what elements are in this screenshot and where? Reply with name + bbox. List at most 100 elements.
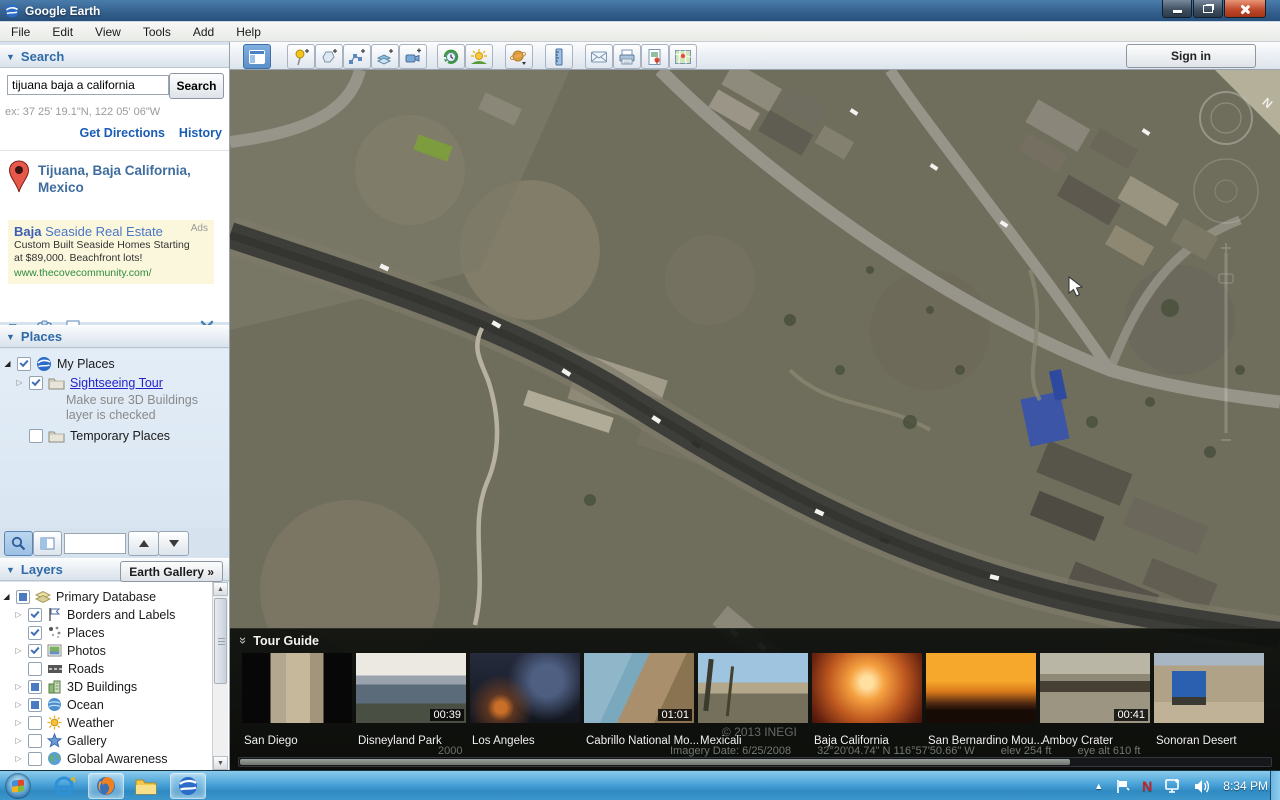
tour-item-mexicali[interactable]: Mexicali bbox=[698, 653, 808, 723]
restore-button[interactable] bbox=[1193, 0, 1223, 18]
layer-places[interactable]: Places bbox=[14, 624, 105, 641]
add-image-overlay-button[interactable] bbox=[371, 44, 399, 69]
layer-3d-buildings[interactable]: ▷ 3D Buildings bbox=[14, 678, 137, 695]
start-button[interactable] bbox=[5, 773, 31, 799]
gallery-checkbox[interactable] bbox=[28, 734, 42, 748]
scroll-up-button[interactable]: ▲ bbox=[213, 582, 228, 596]
tour-guide-header[interactable]: » Tour Guide bbox=[240, 633, 319, 648]
global-awareness-checkbox[interactable] bbox=[28, 752, 42, 766]
expander-closed-icon[interactable]: ▷ bbox=[15, 378, 24, 387]
places-layer-checkbox[interactable] bbox=[28, 626, 42, 640]
close-button[interactable] bbox=[1224, 0, 1266, 18]
ruler-button[interactable] bbox=[545, 44, 573, 69]
taskbar-internet-explorer[interactable] bbox=[46, 773, 82, 799]
layer-ocean[interactable]: ▷ Ocean bbox=[14, 696, 104, 713]
navigation-controls[interactable] bbox=[1192, 88, 1262, 468]
print-button[interactable] bbox=[613, 44, 641, 69]
layers-scrollbar[interactable]: ▲ ▼ bbox=[212, 582, 228, 770]
sunlight-button[interactable] bbox=[465, 44, 493, 69]
layer-primary-database[interactable]: ◢ Primary Database bbox=[2, 588, 156, 605]
tour-thumbnail[interactable]: 00:39 bbox=[356, 653, 466, 723]
search-input[interactable] bbox=[7, 75, 169, 95]
layer-weather[interactable]: ▷ Weather bbox=[14, 714, 114, 731]
menu-view[interactable]: View bbox=[84, 23, 132, 41]
taskbar-explorer[interactable] bbox=[128, 773, 164, 799]
primary-database-checkbox[interactable] bbox=[16, 590, 30, 604]
tour-thumbnail[interactable]: 00:41 bbox=[1040, 653, 1150, 723]
layer-label[interactable]: Gallery bbox=[67, 734, 107, 748]
ad-url-link[interactable]: www.thecovecommunity.com/ bbox=[14, 267, 208, 279]
search-result-title[interactable]: Tijuana, Baja California, Mexico bbox=[38, 163, 208, 197]
tree-item-sightseeing-tour[interactable]: ▷ Sightseeing Tour bbox=[15, 374, 163, 391]
tour-thumbnail[interactable] bbox=[926, 653, 1036, 723]
add-path-button[interactable] bbox=[343, 44, 371, 69]
save-image-button[interactable] bbox=[641, 44, 669, 69]
volume-icon[interactable] bbox=[1194, 779, 1211, 794]
layers-panel-header[interactable]: ▼ Layers Earth Gallery » bbox=[0, 558, 229, 581]
tour-item-cabrillo[interactable]: 01:01 Cabrillo National Mo... bbox=[584, 653, 694, 723]
tree-item-my-places[interactable]: ◢ My Places bbox=[3, 355, 115, 372]
menu-help[interactable]: Help bbox=[225, 23, 272, 41]
nvidia-tray-icon[interactable]: N bbox=[1142, 778, 1152, 794]
expander-open-icon[interactable]: ◢ bbox=[2, 592, 11, 601]
sign-in-button[interactable]: Sign in bbox=[1126, 44, 1256, 68]
title-bar[interactable]: Google Earth bbox=[0, 0, 1280, 22]
layer-global-awareness[interactable]: ▷ Global Awareness bbox=[14, 750, 168, 767]
places-filter-input[interactable] bbox=[64, 533, 126, 554]
layer-label[interactable]: 3D Buildings bbox=[67, 680, 137, 694]
expander-closed-icon[interactable]: ▷ bbox=[14, 754, 23, 763]
tree-item-temporary-places[interactable]: Temporary Places bbox=[15, 427, 170, 444]
scroll-down-button[interactable]: ▼ bbox=[213, 756, 228, 770]
tour-thumbnail[interactable] bbox=[698, 653, 808, 723]
buildings-checkbox[interactable] bbox=[28, 680, 42, 694]
collapse-triangle-icon[interactable]: ▼ bbox=[6, 52, 15, 62]
sidebar-toggle-button[interactable] bbox=[243, 44, 271, 69]
add-polygon-button[interactable] bbox=[315, 44, 343, 69]
layer-label[interactable]: Global Awareness bbox=[67, 752, 168, 766]
search-places-button[interactable] bbox=[4, 531, 33, 556]
tour-thumbnail[interactable] bbox=[242, 653, 352, 723]
sightseeing-checkbox[interactable] bbox=[29, 376, 43, 390]
ad-title[interactable]: Baja Seaside Real Estate bbox=[14, 224, 208, 239]
photos-checkbox[interactable] bbox=[28, 644, 42, 658]
layer-roads[interactable]: Roads bbox=[14, 660, 104, 677]
my-places-checkbox[interactable] bbox=[17, 357, 31, 371]
search-panel-header[interactable]: ▼ Search bbox=[0, 45, 229, 68]
search-button[interactable]: Search bbox=[169, 73, 224, 99]
temporary-places-checkbox[interactable] bbox=[29, 429, 43, 443]
tour-item-san-bernardino[interactable]: San Bernardino Mou... bbox=[926, 653, 1036, 723]
tour-item-sonoran-desert[interactable]: Sonoran Desert bbox=[1154, 653, 1264, 723]
menu-file[interactable]: File bbox=[0, 23, 41, 41]
history-link[interactable]: History bbox=[179, 126, 222, 140]
tour-thumbnail[interactable] bbox=[470, 653, 580, 723]
tour-item-disneyland[interactable]: 00:39 Disneyland Park bbox=[356, 653, 466, 723]
historical-imagery-button[interactable] bbox=[437, 44, 465, 69]
collapse-triangle-icon[interactable]: ▼ bbox=[6, 332, 15, 342]
tour-item-san-diego[interactable]: San Diego bbox=[242, 653, 352, 723]
expander-closed-icon[interactable]: ▷ bbox=[14, 646, 23, 655]
minimize-button[interactable] bbox=[1162, 0, 1192, 18]
previous-result-button[interactable] bbox=[128, 531, 159, 556]
layer-label[interactable]: Photos bbox=[67, 644, 106, 658]
next-result-button[interactable] bbox=[158, 531, 189, 556]
layer-label[interactable]: Roads bbox=[68, 662, 104, 676]
menu-tools[interactable]: Tools bbox=[132, 23, 182, 41]
network-icon[interactable] bbox=[1164, 778, 1182, 794]
taskbar-clock[interactable]: 8:34 PM bbox=[1223, 779, 1268, 793]
layer-borders-labels[interactable]: ▷ Borders and Labels bbox=[14, 606, 175, 623]
map-viewport[interactable]: N » Tour Guide San Diego 00:39 Disneylan… bbox=[230, 70, 1280, 770]
get-directions-link[interactable]: Get Directions bbox=[79, 126, 164, 140]
ocean-checkbox[interactable] bbox=[28, 698, 42, 712]
scrollbar-thumb[interactable] bbox=[240, 759, 1070, 765]
hidden-icons-chevron[interactable]: ▲ bbox=[1094, 781, 1103, 791]
tour-thumbnail[interactable]: 01:01 bbox=[584, 653, 694, 723]
toggle-panel-button[interactable] bbox=[33, 531, 62, 556]
roads-checkbox[interactable] bbox=[28, 662, 42, 676]
menu-add[interactable]: Add bbox=[182, 23, 225, 41]
layer-label[interactable]: Borders and Labels bbox=[67, 608, 175, 622]
add-placemark-button[interactable] bbox=[287, 44, 315, 69]
tour-item-baja-california[interactable]: Baja California bbox=[812, 653, 922, 723]
action-center-flag-icon[interactable] bbox=[1115, 779, 1130, 794]
layer-photos[interactable]: ▷ Photos bbox=[14, 642, 106, 659]
scrollbar-thumb[interactable] bbox=[214, 598, 227, 684]
